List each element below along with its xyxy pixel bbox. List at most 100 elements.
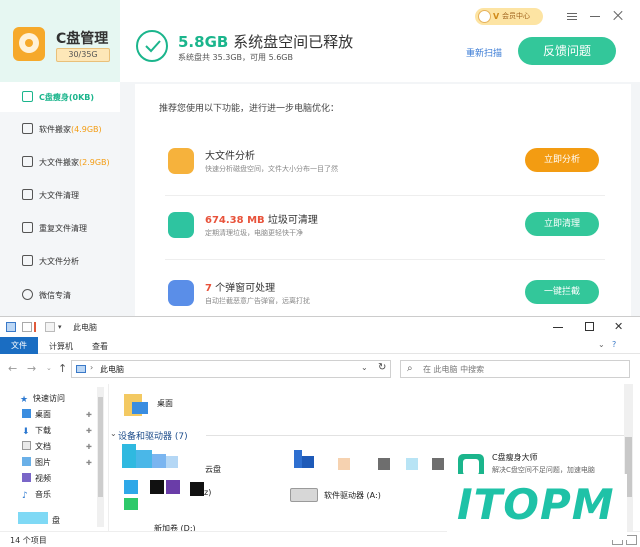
obscured-drive-icon[interactable]	[122, 444, 136, 468]
obscured-drive-icon[interactable]	[124, 480, 138, 494]
maximize-icon[interactable]	[584, 321, 596, 333]
obscured-drive-icon	[136, 450, 152, 468]
obscured-drive-icon[interactable]	[406, 458, 418, 470]
obscured-drive-icon	[124, 498, 138, 510]
recent-dropdown-icon[interactable]: ⌄	[46, 364, 52, 372]
tree-label: 音乐	[35, 490, 51, 499]
nav-bigfile-clean[interactable]: 大文件清理	[0, 180, 120, 210]
obscured-drive-label[interactable]: z)	[204, 488, 211, 497]
nav-software-move[interactable]: 软件搬家(4.9GB)	[0, 114, 120, 144]
computer-icon	[6, 322, 16, 332]
refresh-icon[interactable]: ↻	[378, 362, 386, 373]
devices-section-header[interactable]: 设备和驱动器 (7)	[118, 429, 188, 442]
tree-label: 盘	[52, 516, 60, 525]
obscured-drive-icon	[166, 480, 180, 494]
recommend-hint: 推荐您使用以下功能，进行进一步电脑优化：	[159, 104, 340, 114]
collapse-chevron-icon[interactable]: ⌄	[110, 429, 117, 438]
nav-duplicate-clean[interactable]: 重复文件清理	[0, 213, 120, 243]
feedback-button[interactable]: 反馈问题	[518, 37, 616, 65]
block-button[interactable]: 一键拦截	[525, 280, 599, 304]
search-input[interactable]: ⌕ 在 此电脑 中搜索	[400, 360, 630, 378]
slim-master-app-name[interactable]: C盘瘦身大师	[492, 452, 538, 463]
ribbon-tabs: 文件 计算机 查看 ? ⌄	[0, 337, 640, 354]
obscured-drive-icon[interactable]	[294, 450, 302, 468]
address-dropdown-icon[interactable]: ⌄	[361, 363, 368, 372]
obscured-drive-icon[interactable]	[338, 458, 350, 470]
desktop-folder-label[interactable]: 桌面	[157, 398, 173, 409]
minimize-icon[interactable]	[588, 9, 602, 23]
help-icon[interactable]: ?	[612, 340, 616, 349]
software-drive-icon[interactable]	[290, 488, 318, 502]
pin-icon[interactable]	[34, 322, 40, 332]
pane-divider[interactable]	[108, 384, 109, 531]
tab-computer[interactable]: 计算机	[49, 341, 73, 352]
tree-drive[interactable]: 盘	[18, 512, 60, 526]
tree-label: 图片	[35, 458, 51, 467]
tree-label: 文档	[35, 442, 51, 451]
nav-label: 大文件搬家	[39, 158, 79, 167]
nav-label: 软件搬家	[39, 125, 71, 134]
nav-wechat-clean[interactable]: 微信专清	[0, 280, 120, 310]
download-icon: ⬇	[22, 427, 30, 437]
forward-arrow-icon[interactable]: →	[27, 362, 36, 375]
cloud-drive-label[interactable]: 云盘	[205, 464, 221, 475]
quick-access-dropdown-icon[interactable]: ▾	[58, 322, 68, 332]
card-title-text: 垃圾可清理	[264, 215, 318, 226]
tab-view[interactable]: 查看	[92, 341, 108, 352]
card-title-text: 个弹窗可处理	[211, 283, 276, 294]
nav-label: C盘瘦身	[39, 93, 69, 102]
close-icon[interactable]: ✕	[614, 321, 626, 333]
nav-size: (0KB)	[68, 93, 95, 102]
vip-center-button[interactable]: V 会员中心	[475, 8, 543, 25]
up-arrow-icon[interactable]: ↑	[58, 362, 67, 375]
pin-icon: ✚	[86, 459, 92, 467]
tab-file[interactable]: 文件	[0, 337, 38, 354]
vip-badge: V	[493, 12, 500, 21]
new-folder-icon[interactable]	[45, 322, 55, 332]
tree-label: 桌面	[35, 410, 51, 419]
watermark-text: ITOPM	[457, 480, 615, 529]
picture-icon	[22, 457, 31, 466]
back-arrow-icon[interactable]: ←	[8, 362, 17, 375]
rescan-link[interactable]: 重新扫描	[466, 46, 502, 59]
card-title: 大文件分析	[205, 151, 255, 162]
large-icons-view-icon[interactable]	[626, 535, 637, 545]
tree-downloads[interactable]: ⬇ 下载	[22, 425, 51, 439]
tree-desktop[interactable]: 桌面	[22, 409, 51, 423]
tree-label: 视频	[35, 474, 51, 483]
analyze-button[interactable]: 立即分析	[525, 148, 599, 172]
divider	[165, 195, 605, 196]
watermark-logo: ITOPM	[447, 474, 627, 540]
obscured-drive-icon	[152, 454, 166, 468]
properties-icon[interactable]	[22, 322, 32, 332]
obscured-drive-icon	[190, 482, 204, 496]
result-header: 5.8GB 系统盘空间已释放 系统盘共 35.3GB，可用 5.6GB 重新扫描…	[120, 0, 640, 82]
obscured-drive-icon[interactable]	[378, 458, 390, 470]
file-move-icon	[22, 156, 33, 167]
disk-summary: 系统盘共 35.3GB，可用 5.6GB	[178, 53, 293, 62]
item-count: 14 个项目	[10, 536, 47, 545]
close-icon[interactable]	[611, 9, 625, 23]
nav-bigfile-analysis[interactable]: 大文件分析	[0, 246, 120, 276]
document-icon	[22, 441, 31, 450]
desktop-folder-icon[interactable]	[124, 390, 148, 418]
tree-label: 下载	[35, 426, 51, 435]
tree-scrollbar-thumb[interactable]	[98, 397, 103, 497]
menu-icon[interactable]	[565, 9, 579, 23]
minimize-icon[interactable]	[552, 321, 564, 333]
obscured-drive-icon	[302, 456, 314, 468]
nav-c-slim[interactable]: C盘瘦身(0KB)	[0, 82, 120, 112]
tree-pictures[interactable]: 图片	[22, 457, 51, 471]
tree-videos[interactable]: 视频	[22, 473, 51, 487]
tree-documents[interactable]: 文档	[22, 441, 51, 455]
clean-button[interactable]: 立即清理	[525, 212, 599, 236]
expand-ribbon-icon[interactable]: ⌄	[598, 340, 605, 349]
recommend-panel: 推荐您使用以下功能，进行进一步电脑优化： 大文件分析 快速分析磁盘空间，文件大小…	[135, 84, 631, 316]
tree-music[interactable]: ♪ 音乐	[22, 489, 51, 503]
tree-quick-access[interactable]: ★ 快速访问	[20, 393, 65, 407]
breadcrumb-separator-icon: ›	[90, 363, 94, 372]
obscured-drive-icon[interactable]	[432, 458, 444, 470]
address-bar[interactable]: › 此电脑 ⌄ ↻	[71, 360, 391, 378]
nav-bigfile-move[interactable]: 大文件搬家(2.9GB)	[0, 147, 120, 177]
software-drive-label[interactable]: 软件驱动器 (A:)	[324, 490, 381, 501]
